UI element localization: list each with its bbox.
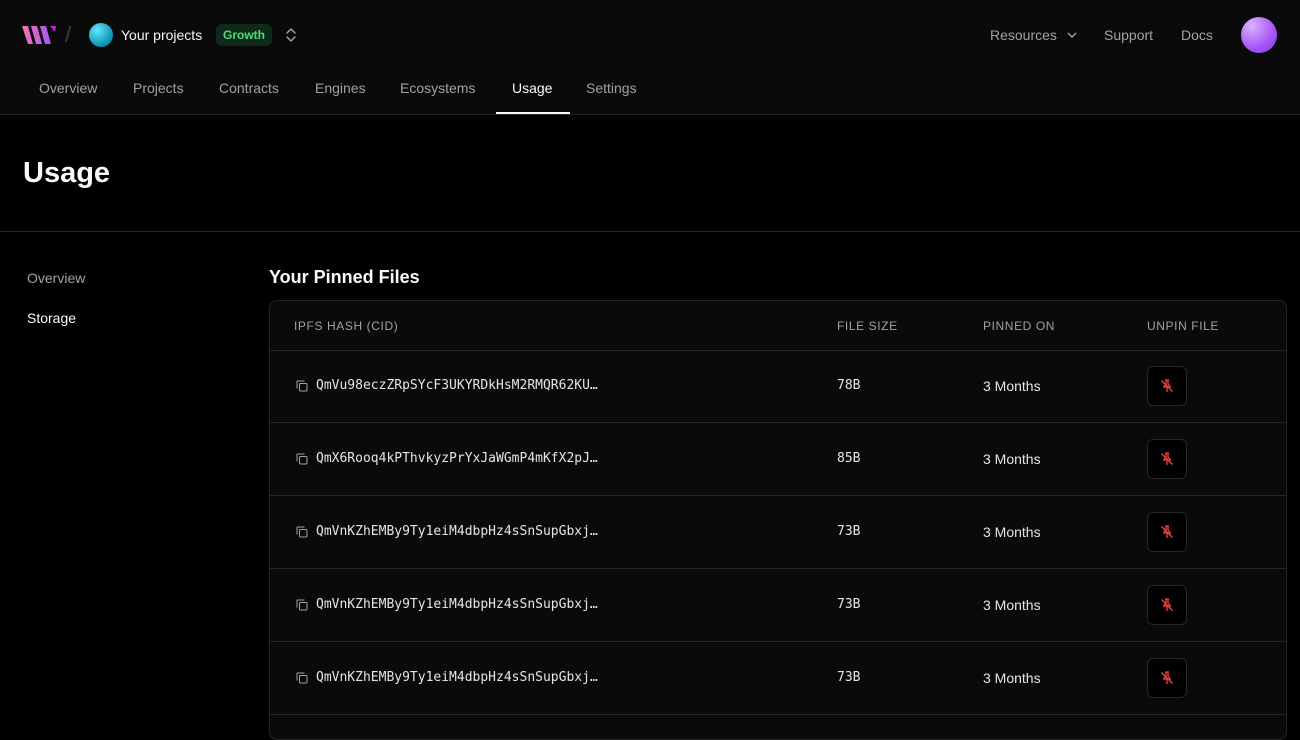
tab-usage[interactable]: Usage	[512, 80, 552, 96]
table-row: QmVnKZhEMBy9Ty1eiM4dbpHz4sSnSupGbxj… 73B…	[270, 569, 1286, 642]
column-header-size: FILE SIZE	[837, 319, 898, 333]
pin-off-icon	[1161, 671, 1173, 684]
tab-contracts[interactable]: Contracts	[219, 80, 279, 96]
pin-off-icon	[1161, 452, 1173, 465]
cid-value[interactable]: QmX6Rooq4kPThvkyzPrYxJaWGmP4mKfX2pJ…	[316, 451, 626, 466]
file-size: 78B	[837, 378, 861, 393]
unpin-button[interactable]	[1147, 658, 1187, 698]
tab-engines[interactable]: Engines	[315, 80, 366, 96]
pinned-files-table: IPFS HASH (CID) FILE SIZE PINNED ON UNPI…	[269, 300, 1287, 740]
sidebar-item-overview[interactable]: Overview	[27, 270, 85, 286]
top-navigation: / Your projects Growth Resources Support…	[0, 0, 1300, 115]
copy-icon[interactable]	[296, 672, 308, 684]
pinned-on: 3 Months	[983, 670, 1041, 686]
team-name[interactable]: Your projects	[121, 27, 202, 43]
pinned-on: 3 Months	[983, 451, 1041, 467]
resources-menu[interactable]: Resources	[990, 27, 1077, 43]
pinned-on: 3 Months	[983, 378, 1041, 394]
file-size: 85B	[837, 451, 861, 466]
copy-icon[interactable]	[296, 526, 308, 538]
file-size: 73B	[837, 524, 861, 539]
unpin-button[interactable]	[1147, 585, 1187, 625]
table-row: QmVnKZhEMBy9Ty1eiM4dbpHz4sSnSupGbxj… 73B…	[270, 496, 1286, 569]
unpin-button[interactable]	[1147, 366, 1187, 406]
team-avatar[interactable]	[89, 23, 113, 47]
plan-badge: Growth	[216, 24, 272, 46]
copy-icon[interactable]	[296, 380, 308, 392]
page-title: Usage	[23, 157, 111, 189]
column-header-pinned-on: PINNED ON	[983, 319, 1056, 333]
docs-link[interactable]: Docs	[1181, 27, 1213, 43]
logo-icon[interactable]	[22, 24, 56, 46]
user-avatar[interactable]	[1241, 17, 1277, 53]
support-link[interactable]: Support	[1104, 27, 1153, 43]
cid-value[interactable]: QmVnKZhEMBy9Ty1eiM4dbpHz4sSnSupGbxj…	[316, 670, 626, 685]
chevron-up-down-icon[interactable]	[284, 26, 298, 44]
active-tab-indicator	[496, 112, 570, 114]
table-row: QmVnKZhEMBy9Ty1eiM4dbpHz4sSnSupGbxj… 73B…	[270, 642, 1286, 715]
cid-value[interactable]: QmVnKZhEMBy9Ty1eiM4dbpHz4sSnSupGbxj…	[316, 524, 626, 539]
tab-projects[interactable]: Projects	[133, 80, 184, 96]
pinned-on: 3 Months	[983, 524, 1041, 540]
pinned-on: 3 Months	[983, 597, 1041, 613]
tab-overview[interactable]: Overview	[39, 80, 97, 96]
table-header: IPFS HASH (CID) FILE SIZE PINNED ON UNPI…	[270, 301, 1286, 351]
file-size: 73B	[837, 670, 861, 685]
tab-ecosystems[interactable]: Ecosystems	[400, 80, 475, 96]
breadcrumb-separator: /	[65, 22, 72, 47]
file-size: 73B	[837, 597, 861, 612]
copy-icon[interactable]	[296, 599, 308, 611]
column-header-cid: IPFS HASH (CID)	[294, 319, 399, 333]
pin-off-icon	[1161, 379, 1173, 392]
cid-value[interactable]: QmVu98eczZRpSYcF3UKYRDkHsM2RMQR62KU…	[316, 378, 626, 393]
column-header-unpin: UNPIN FILE	[1147, 319, 1220, 333]
page-header: Usage	[0, 115, 1300, 232]
resources-label: Resources	[990, 27, 1057, 43]
sidebar-item-storage[interactable]: Storage	[27, 310, 76, 326]
unpin-button[interactable]	[1147, 439, 1187, 479]
copy-icon[interactable]	[296, 453, 308, 465]
pin-off-icon	[1161, 525, 1173, 538]
unpin-button[interactable]	[1147, 512, 1187, 552]
cid-value[interactable]: QmVnKZhEMBy9Ty1eiM4dbpHz4sSnSupGbxj…	[316, 597, 626, 612]
tab-settings[interactable]: Settings	[586, 80, 637, 96]
pin-off-icon	[1161, 598, 1173, 611]
table-row: QmVu98eczZRpSYcF3UKYRDkHsM2RMQR62KU… 78B…	[270, 350, 1286, 423]
chevron-down-icon	[1067, 32, 1077, 38]
section-title: Your Pinned Files	[269, 267, 420, 287]
table-row: QmX6Rooq4kPThvkyzPrYxJaWGmP4mKfX2pJ… 85B…	[270, 423, 1286, 496]
